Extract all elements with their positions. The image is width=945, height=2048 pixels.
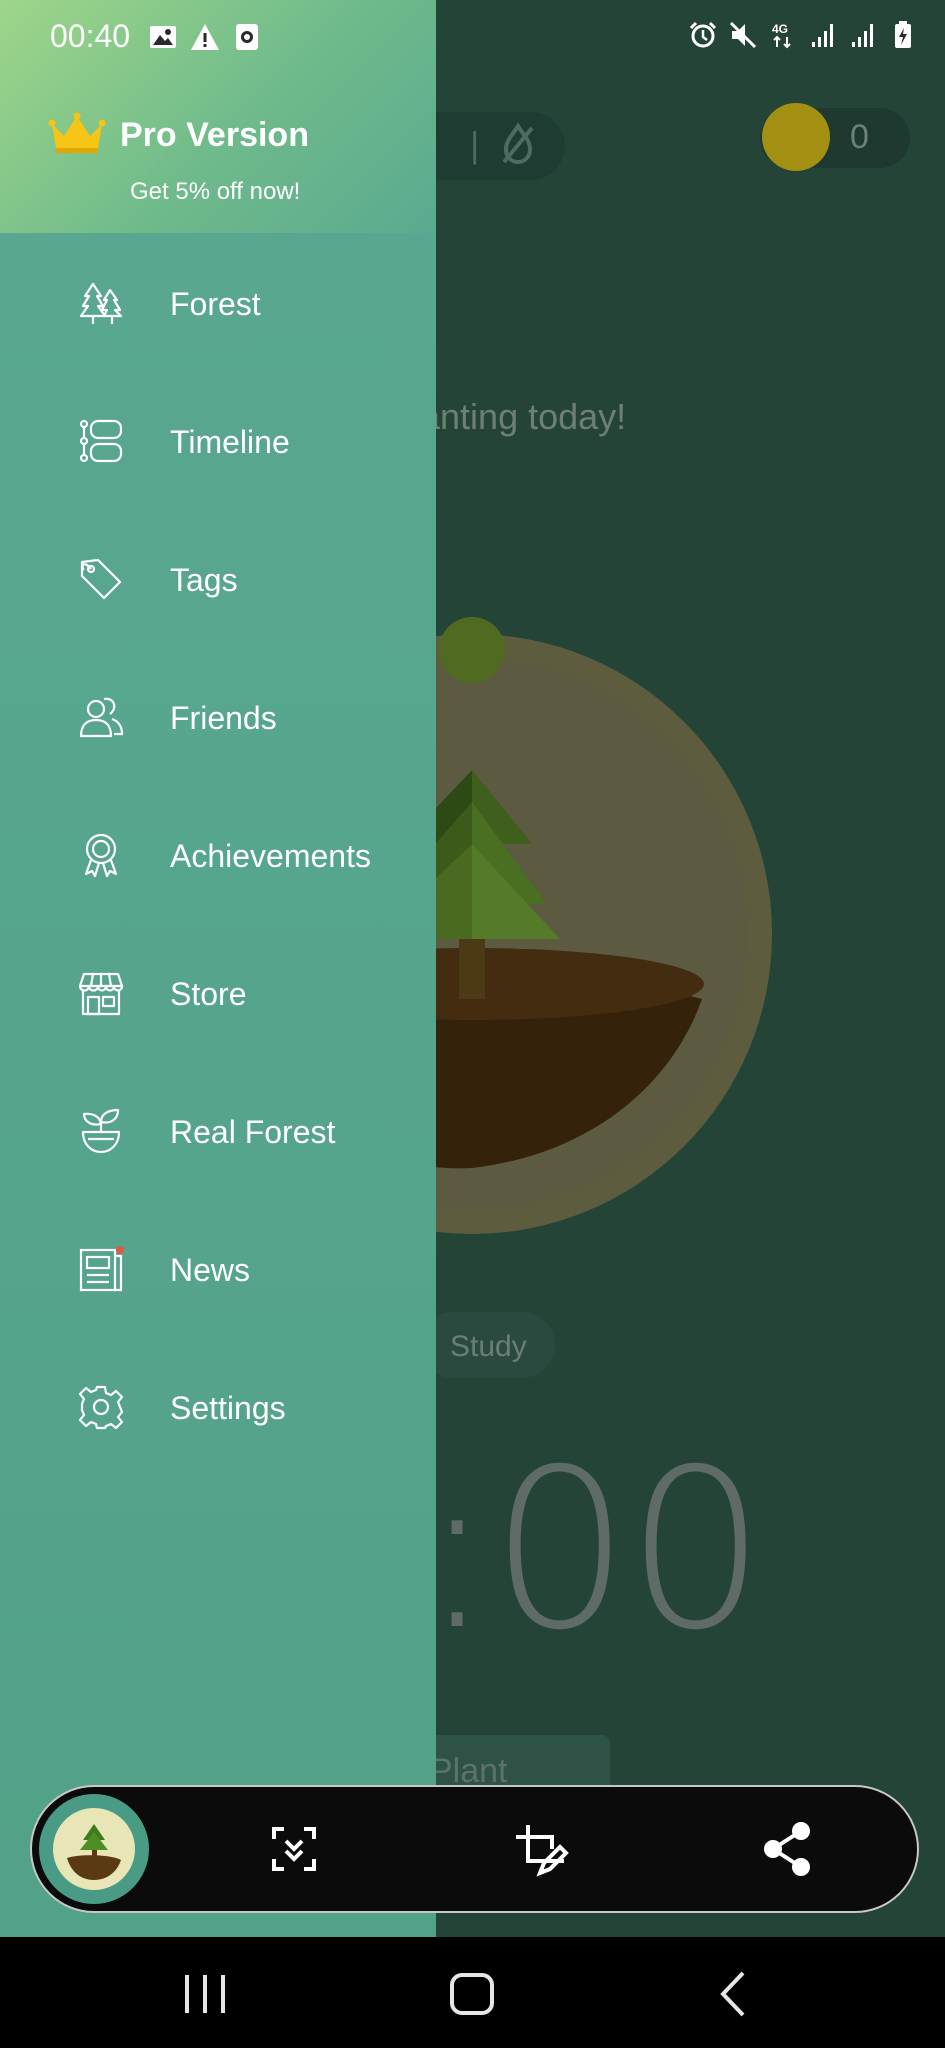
network-4g-icon: 4G <box>772 22 791 49</box>
friends-icon <box>79 697 124 738</box>
timer-display: :00 <box>420 1422 766 1678</box>
crop-edit-icon[interactable] <box>510 1819 570 1879</box>
coin-icon <box>762 103 830 171</box>
image-icon <box>150 26 176 48</box>
gear-icon <box>78 1385 124 1430</box>
pro-version-subtitle: Get 5% off now! <box>130 178 301 205</box>
screen-record-icon <box>236 24 258 50</box>
warning-icon <box>191 24 219 50</box>
alarm-icon <box>689 21 717 48</box>
menu-item-tags[interactable]: Tags <box>0 528 436 628</box>
menu-item-achievements[interactable]: Achievements <box>0 804 436 904</box>
menu-label-settings: Settings <box>170 1390 286 1426</box>
mute-icon <box>729 21 757 49</box>
menu-label-store: Store <box>170 976 247 1012</box>
menu-label-real-forest: Real Forest <box>170 1114 336 1150</box>
signal-icon <box>812 24 833 47</box>
screenshot-thumbnail[interactable] <box>39 1794 149 1904</box>
thumbnail-preview <box>53 1808 135 1890</box>
tag-label: Study <box>450 1330 527 1363</box>
menu-item-news[interactable]: News <box>0 1218 436 1318</box>
tag-icon <box>80 558 122 600</box>
screenshot-toolbar <box>30 1785 919 1913</box>
forest-icon <box>79 282 123 324</box>
achievement-icon <box>84 833 118 878</box>
menu-label-friends: Friends <box>170 700 277 736</box>
sprout-icon <box>81 1108 121 1154</box>
timeline-icon <box>79 419 123 463</box>
menu-item-forest[interactable]: Forest <box>0 252 436 352</box>
motivation-text: anting today! <box>420 396 627 437</box>
menu-label-tags: Tags <box>170 562 238 598</box>
deep-focus-off-icon[interactable] <box>498 122 538 166</box>
status-bar: 00:40 4G <box>0 0 945 72</box>
menu-item-friends[interactable]: Friends <box>0 666 436 766</box>
svg-text:4G: 4G <box>772 22 788 36</box>
thumbnail-tree-icon <box>67 1824 121 1880</box>
menu-label-forest: Forest <box>170 286 261 322</box>
home-icon[interactable] <box>442 1967 502 2021</box>
battery-charging-icon <box>895 21 911 48</box>
signal-icon <box>852 24 873 47</box>
system-navigation-bar <box>0 1937 945 2048</box>
menu-item-store[interactable]: Store <box>0 942 436 1042</box>
mode-separator: | <box>470 124 480 165</box>
store-icon <box>78 972 124 1016</box>
menu-label-achievements: Achievements <box>170 838 371 874</box>
menu-item-settings[interactable]: Settings <box>0 1356 436 1456</box>
status-time: 00:40 <box>50 18 131 54</box>
news-badge <box>116 1246 124 1254</box>
menu-label-timeline: Timeline <box>170 424 290 460</box>
recents-icon[interactable] <box>175 1967 235 2021</box>
menu-item-timeline[interactable]: Timeline <box>0 390 436 490</box>
pro-version-title: Pro Version <box>120 116 309 154</box>
coin-count: 0 <box>850 118 869 156</box>
share-icon[interactable] <box>757 1819 817 1879</box>
scroll-capture-icon[interactable] <box>264 1819 324 1879</box>
back-icon[interactable] <box>705 1967 765 2021</box>
news-icon <box>79 1246 124 1292</box>
navigation-drawer: Pro Version Get 5% off now! Forest Timel… <box>0 0 436 1937</box>
timer-knob[interactable] <box>439 617 505 683</box>
menu-label-news: News <box>170 1252 251 1288</box>
menu-item-real-forest[interactable]: Real Forest <box>0 1080 436 1180</box>
crown-icon <box>48 112 106 153</box>
